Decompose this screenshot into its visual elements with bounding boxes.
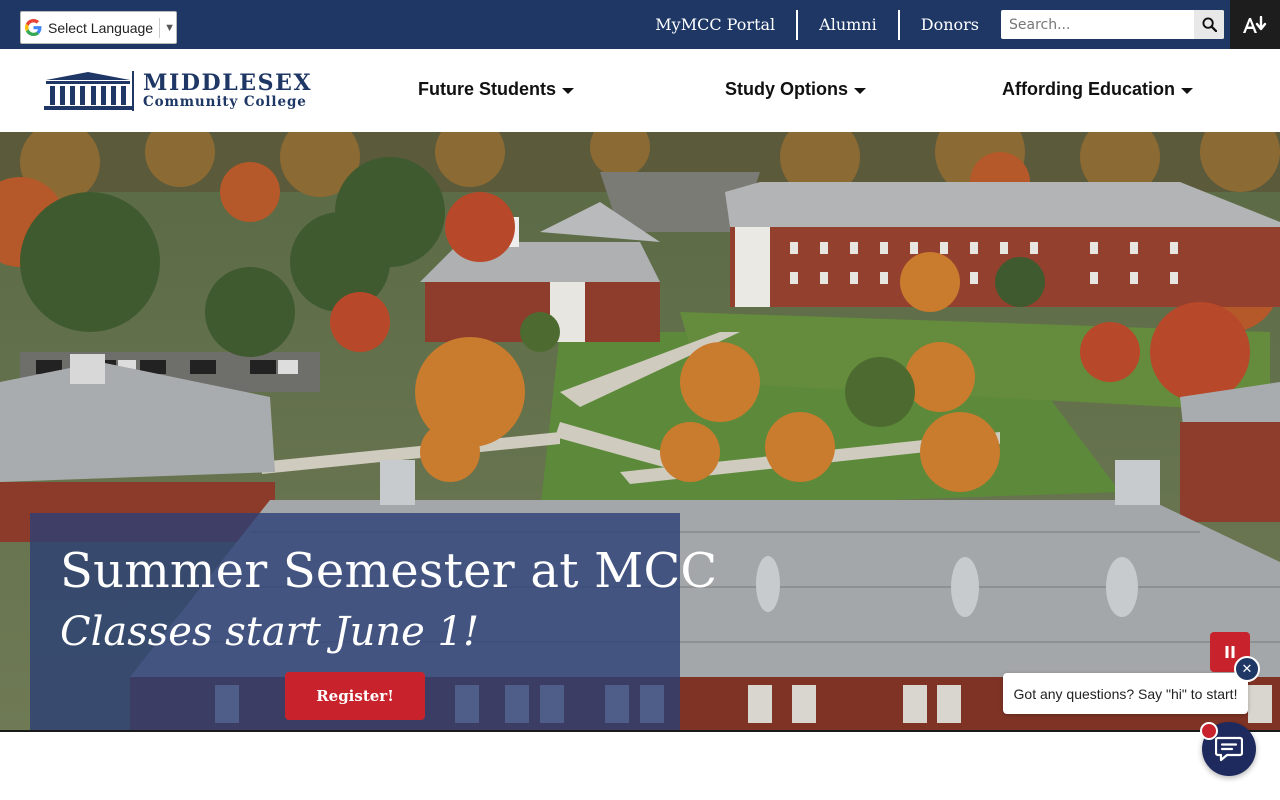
nav-study-options[interactable]: Study Options [725,79,866,100]
pause-icon [1225,646,1235,658]
language-label: Select Language [48,19,154,36]
language-selector[interactable]: Select Language ▼ [20,11,177,44]
text-size-icon [1243,15,1267,33]
dropdown-caret-icon: ▼ [164,21,175,34]
google-icon [25,19,42,36]
nav-label: Future Students [418,79,556,99]
hero-banner: Summer Semester at MCC Classes start Jun… [0,132,1280,732]
hero-promo-card: Summer Semester at MCC Classes start Jun… [30,513,717,732]
divider [159,17,161,38]
chat-prompt-bubble[interactable]: Got any questions? Say "hi" to start! [1003,673,1248,714]
hero-bottom-border [0,730,1280,732]
building-logo-icon [44,72,132,110]
close-icon: ✕ [1241,661,1253,676]
main-navigation: MIDDLESEX Community College Future Stude… [0,49,1280,132]
college-logo[interactable]: MIDDLESEX Community College [44,69,324,113]
close-chat-prompt-button[interactable]: ✕ [1234,656,1260,682]
donors-link[interactable]: Donors [900,11,1000,39]
nav-future-students[interactable]: Future Students [418,79,574,100]
logo-divider [132,71,134,111]
hero-subtitle: Classes start June 1! [60,609,480,655]
caret-down-icon [1180,87,1193,94]
logo-title: MIDDLESEX [143,69,313,96]
alumni-link[interactable]: Alumni [798,11,898,39]
text-size-button[interactable] [1230,0,1280,49]
search-button[interactable] [1194,10,1224,39]
caret-down-icon [562,87,574,94]
search-icon [1201,17,1217,32]
nav-label: Study Options [725,79,848,99]
hero-title: Summer Semester at MCC [60,543,718,599]
chat-icon [1215,736,1243,762]
chat-notification-dot [1200,722,1218,740]
caret-down-icon [854,87,866,94]
nav-label: Affording Education [1002,79,1175,99]
register-button[interactable]: Register! [285,672,425,720]
search-input[interactable] [1001,10,1194,39]
logo-subtitle: Community College [143,93,307,110]
mymcc-portal-link[interactable]: MyMCC Portal [634,11,796,39]
utility-bar: Select Language ▼ MyMCC Portal Alumni Do… [0,0,1280,49]
nav-affording-education[interactable]: Affording Education [1002,79,1193,100]
search-form [1001,10,1224,39]
utility-links: MyMCC Portal Alumni Donors [634,0,1000,49]
